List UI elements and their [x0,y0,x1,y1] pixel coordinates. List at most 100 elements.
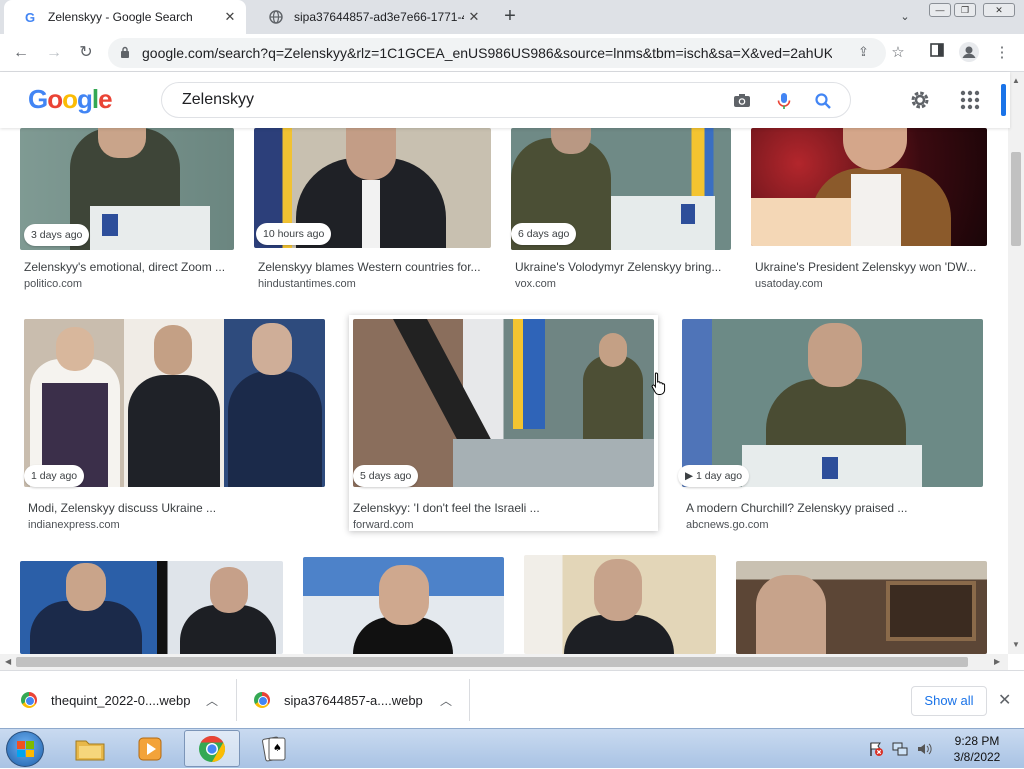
chevron-up-icon[interactable]: ︿ [206,692,218,709]
chevron-up-icon[interactable]: ︿ [440,692,452,709]
solitaire-taskbar-button[interactable]: ♠ [246,730,302,767]
browser-toolbar: ← → ↻ google.com/search?q=Zelenskyy&rlz=… [0,34,1024,72]
image-result-card[interactable] [303,557,504,654]
image-result-card[interactable]: ▶ 1 day ago A modern Churchill? Zelensky… [678,319,983,531]
vertical-scrollbar[interactable]: ▲ ▼ [1008,72,1024,654]
chevron-down-icon[interactable]: ⌄ [896,8,914,26]
reload-icon[interactable]: ↻ [74,42,98,64]
result-source[interactable]: forward.com [353,519,414,531]
google-g-icon: G [24,9,36,25]
result-source[interactable]: politico.com [24,278,82,290]
cards-icon: ♠ [262,736,286,761]
close-tab-icon[interactable]: ✕ [466,9,482,25]
address-bar[interactable]: google.com/search?q=Zelenskyy&rlz=1C1GCE… [108,38,886,68]
side-panel-icon[interactable] [926,42,948,64]
clock[interactable]: 9:28 PM 3/8/2022 [940,733,1014,765]
new-tab-button[interactable]: + [498,5,522,29]
share-icon[interactable]: ⇪ [858,44,869,60]
result-thumbnail[interactable] [20,561,283,654]
chrome-file-icon [254,692,270,708]
image-result-card[interactable]: 3 days ago Zelenskyy's emotional, direct… [20,128,234,298]
start-button[interactable] [6,731,44,767]
scroll-down-arrow-icon[interactable]: ▼ [1012,640,1020,649]
image-result-card[interactable]: 10 hours ago Zelenskyy blames Western co… [254,128,491,298]
result-source[interactable]: usatoday.com [755,278,823,290]
windows-taskbar: ♠ 9:28 PM 3/8/2022 [0,728,1024,768]
image-result-card[interactable]: 6 days ago Ukraine's Volodymyr Zelenskyy… [511,128,731,298]
star-icon[interactable]: ☆ [887,42,909,64]
result-source[interactable]: indianexpress.com [28,519,120,531]
download-item[interactable]: thequint_2022-0....webp ︿ [21,671,231,729]
result-thumbnail[interactable] [524,555,716,654]
result-title[interactable]: Zelenskyy: 'I don't feel the Israeli ... [353,501,654,515]
result-title[interactable]: Zelenskyy blames Western countries for..… [258,260,491,274]
result-source[interactable]: abcnews.go.com [686,519,769,531]
sign-in-button-edge[interactable] [1001,84,1006,116]
image-result-card[interactable]: 1 day ago Modi, Zelenskyy discuss Ukrain… [24,319,325,531]
search-box [161,82,851,118]
network-icon[interactable] [892,741,908,757]
scroll-left-arrow-icon[interactable]: ◀ [5,657,11,666]
url-text: google.com/search?q=Zelenskyy&rlz=1C1GCE… [142,45,832,61]
search-input[interactable] [180,89,700,111]
restore-button[interactable]: ❐ [954,3,976,17]
result-title[interactable]: A modern Churchill? Zelenskyy praised ..… [686,501,983,515]
microphone-icon[interactable] [774,91,794,111]
horizontal-scrollbar[interactable]: ◀ ▶ [0,654,1008,670]
minimize-button[interactable]: — [929,3,951,17]
time-badge: 1 day ago [24,465,85,487]
image-result-card[interactable] [736,561,987,654]
tab-title: Zelenskyy - Google Search [48,10,193,24]
result-title[interactable]: Zelenskyy's emotional, direct Zoom ... [24,260,234,274]
close-icon[interactable]: ✕ [998,690,1011,710]
scrollbar-thumb[interactable] [16,657,968,667]
show-all-button[interactable]: Show all [911,686,987,716]
time-badge: 10 hours ago [256,223,332,245]
result-thumbnail[interactable] [736,561,987,654]
tab-google-search[interactable]: G Zelenskyy - Google Search ✕ [4,0,246,34]
result-thumbnail[interactable] [751,128,987,246]
volume-icon[interactable] [916,741,932,757]
result-source[interactable]: hindustantimes.com [258,278,356,290]
image-result-card[interactable]: Ukraine's President Zelenskyy won 'DW...… [751,128,987,298]
hand-cursor-icon [651,372,666,395]
scrollbar-thumb[interactable] [1011,152,1021,246]
scroll-up-arrow-icon[interactable]: ▲ [1012,76,1020,85]
windows-logo-icon [17,741,34,757]
profile-avatar-icon[interactable] [958,42,980,64]
image-result-card[interactable] [524,555,716,654]
chrome-taskbar-button[interactable] [184,730,240,767]
action-center-flag-icon[interactable] [868,741,884,757]
kebab-menu-icon[interactable]: ⋮ [991,42,1013,64]
result-thumbnail[interactable] [24,319,325,487]
time-badge: 5 days ago [353,465,419,487]
result-title[interactable]: Ukraine's President Zelenskyy won 'DW... [755,260,987,274]
back-arrow-icon[interactable]: ← [9,42,33,64]
close-tab-icon[interactable]: ✕ [222,9,238,25]
file-explorer-taskbar-button[interactable] [62,730,118,767]
download-item[interactable]: sipa37644857-a....webp ︿ [254,671,464,729]
result-thumbnail[interactable] [303,557,504,654]
apps-grid-icon[interactable] [958,88,982,112]
result-thumbnail[interactable] [353,319,654,487]
result-thumbnail[interactable] [682,319,983,487]
forward-arrow-icon[interactable]: → [42,42,66,64]
folder-icon [75,740,105,760]
tab-image[interactable]: sipa37644857-ad3e7e66-1771-4 ✕ [250,0,490,34]
image-result-card[interactable]: 5 days ago Zelenskyy: 'I don't feel the … [349,315,658,531]
time-badge: 3 days ago [24,224,90,246]
camera-icon[interactable] [732,91,752,111]
result-title[interactable]: Modi, Zelenskyy discuss Ukraine ... [28,501,325,515]
search-icon[interactable] [813,91,833,111]
google-doodle-logo[interactable]: Google [28,84,113,115]
clock-date: 3/8/2022 [953,750,1001,764]
image-results-grid: 3 days ago Zelenskyy's emotional, direct… [0,128,1008,654]
divider [236,679,237,721]
scroll-right-arrow-icon[interactable]: ▶ [994,657,1000,666]
result-source[interactable]: vox.com [515,278,556,290]
close-window-button[interactable]: ✕ [983,3,1015,17]
result-title[interactable]: Ukraine's Volodymyr Zelenskyy bring... [515,260,731,274]
gear-icon[interactable] [908,88,932,112]
image-result-card[interactable] [20,561,283,654]
media-player-taskbar-button[interactable] [122,730,178,767]
